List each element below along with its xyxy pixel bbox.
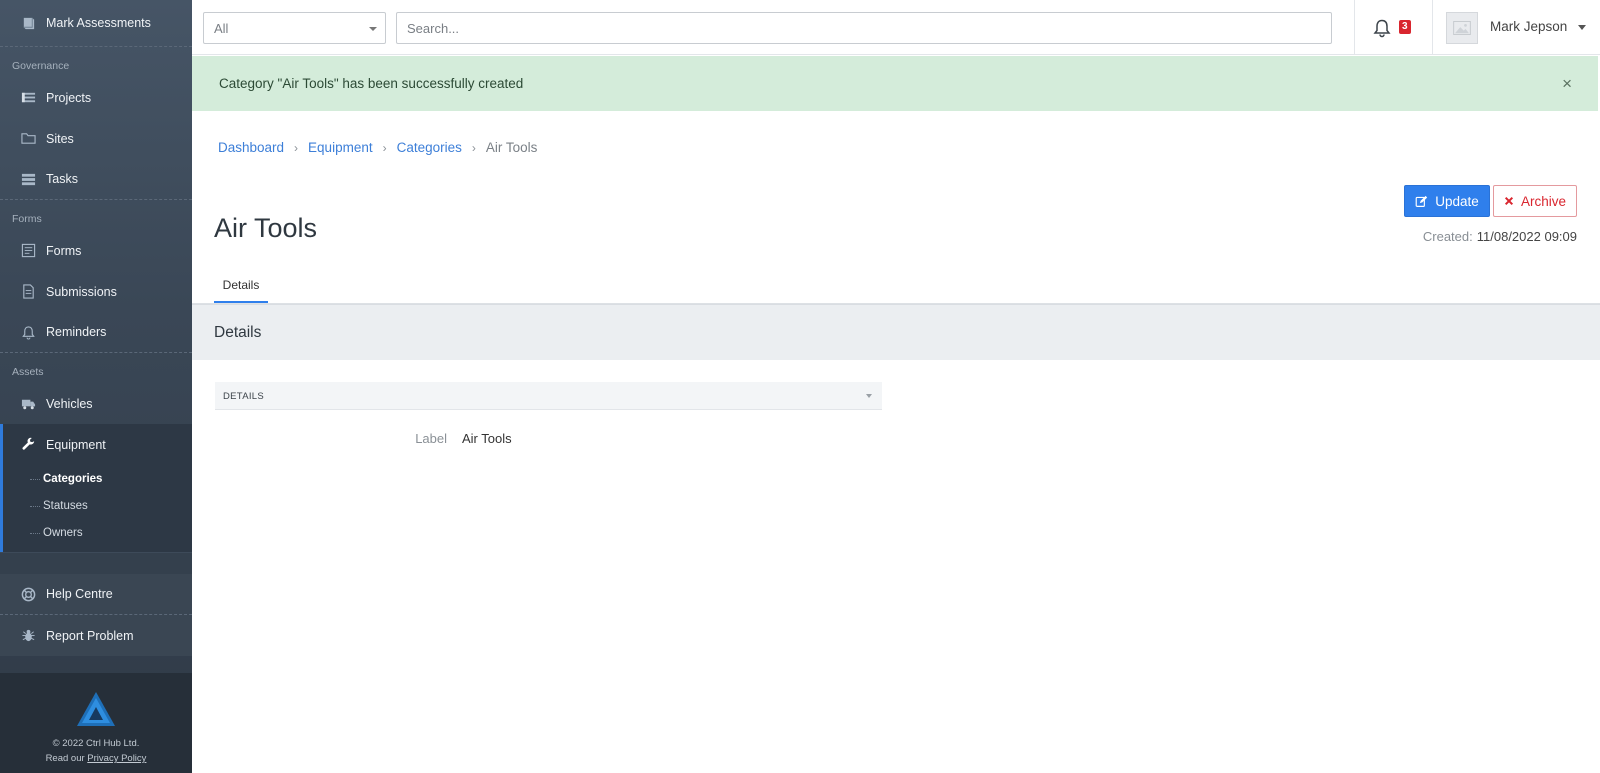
privacy-line: Read our Privacy Policy: [0, 751, 192, 766]
search-scope-value: All: [214, 21, 229, 36]
breadcrumb-categories[interactable]: Categories: [397, 140, 462, 155]
bell-icon: [20, 324, 36, 340]
breadcrumb-equipment[interactable]: Equipment: [308, 140, 373, 155]
copyright: © 2022 Ctrl Hub Ltd. Read our Privacy Po…: [0, 736, 192, 766]
privacy-policy-link[interactable]: Privacy Policy: [87, 753, 146, 764]
section-title-forms: Forms: [12, 213, 42, 225]
sidebar-subitem-statuses[interactable]: Statuses: [3, 492, 192, 519]
sidebar-item-reminders[interactable]: Reminders: [0, 312, 192, 353]
archive-button[interactable]: Archive: [1493, 185, 1577, 217]
search-input[interactable]: [396, 12, 1332, 44]
folder-icon: [20, 131, 36, 147]
copyright-text: © 2022 Ctrl Hub Ltd.: [52, 738, 140, 749]
close-x-icon: [1504, 196, 1514, 206]
sidebar-item-forms[interactable]: Forms: [0, 230, 192, 271]
page-title: Air Tools: [214, 213, 318, 243]
sidebar-item-help-centre[interactable]: Help Centre: [0, 574, 192, 615]
sidebar-item-label: Tasks: [46, 172, 78, 186]
sidebar-item-label: Help Centre: [46, 587, 113, 601]
sidebar-item-sites[interactable]: Sites: [0, 118, 192, 159]
created-timestamp: Created: 11/08/2022 09:09: [1423, 229, 1577, 244]
truck-icon: [20, 396, 36, 412]
field-value: Air Tools: [462, 431, 512, 446]
form-icon: [20, 243, 36, 259]
close-icon[interactable]: ×: [1562, 74, 1572, 94]
bug-icon: [20, 628, 36, 644]
sidebar-subitem-categories[interactable]: Categories: [3, 465, 192, 492]
sidebar-item-label: Equipment: [46, 437, 106, 452]
sidebar-item-label: Submissions: [46, 284, 117, 299]
details-panel-header[interactable]: DETAILS: [215, 382, 882, 410]
chevron-right-icon: ›: [294, 140, 299, 155]
alert-message: Category "Air Tools" has been successful…: [219, 76, 524, 91]
sidebar-item-submissions[interactable]: Submissions: [0, 271, 192, 312]
user-menu-chevron-down-icon[interactable]: [1578, 25, 1586, 30]
sidebar-item-label: Projects: [46, 90, 92, 105]
update-button-label: Update: [1435, 193, 1479, 209]
archive-button-label: Archive: [1520, 193, 1566, 209]
top-bar: All 3 Mark Jepson: [192, 0, 1600, 55]
sidebar-item-equipment[interactable]: Equipment: [0, 424, 192, 465]
sidebar-spacer: [0, 552, 192, 574]
created-value: 11/08/2022 09:09: [1476, 229, 1577, 244]
sidebar-item-mark-assessments[interactable]: Mark Assessments: [0, 0, 192, 47]
sidebar-subitem-owners[interactable]: Owners: [3, 519, 192, 546]
created-label: Created:: [1422, 229, 1473, 244]
user-name[interactable]: Mark Jepson: [1490, 19, 1567, 34]
update-button[interactable]: Update: [1404, 185, 1490, 217]
chevron-right-icon: ›: [471, 140, 476, 155]
equipment-submenu: Categories Statuses Owners: [0, 465, 192, 552]
field-label: Label: [415, 431, 447, 446]
chevron-down-icon: [866, 394, 872, 398]
panel-title: DETAILS: [223, 391, 264, 402]
sidebar-item-report-problem[interactable]: Report Problem: [0, 615, 192, 656]
avatar[interactable]: [1446, 12, 1478, 44]
breadcrumb-dashboard[interactable]: Dashboard: [218, 140, 284, 155]
sidebar-item-label: Forms: [46, 243, 82, 258]
edit-icon: [1415, 195, 1428, 207]
notification-count-badge: 3: [1399, 20, 1411, 34]
divider: [1354, 0, 1355, 55]
sidebar: Mark Assessments Governance Projects Sit…: [0, 0, 192, 773]
image-placeholder-icon: [1453, 21, 1471, 35]
search-scope-select[interactable]: All: [203, 12, 386, 44]
tasks-icon: [20, 171, 36, 187]
success-alert: Category "Air Tools" has been successful…: [192, 56, 1598, 111]
document-icon: [20, 284, 36, 300]
section-title-assets: Assets: [12, 366, 44, 378]
sidebar-item-tasks[interactable]: Tasks: [0, 159, 192, 200]
notification-bell-icon[interactable]: [1372, 18, 1392, 38]
chevron-right-icon: ›: [382, 140, 387, 155]
tab-details[interactable]: Details: [214, 276, 268, 304]
sidebar-item-label: Report Problem: [46, 628, 134, 643]
section-title-governance: Governance: [12, 60, 70, 72]
book-icon: [20, 15, 36, 31]
sidebar-item-vehicles[interactable]: Vehicles: [0, 383, 192, 424]
breadcrumb: Dashboard › Equipment › Categories › Air…: [218, 140, 537, 155]
sidebar-item-label: Mark Assessments: [46, 16, 151, 30]
privacy-prefix: Read our: [45, 753, 85, 764]
wrench-icon: [20, 437, 36, 453]
breadcrumb-current: Air Tools: [485, 140, 538, 155]
projects-icon: [20, 90, 36, 106]
section-title: Details: [214, 324, 262, 341]
sidebar-footer: © 2022 Ctrl Hub Ltd. Read our Privacy Po…: [0, 673, 192, 773]
ctrl-hub-logo-icon: [77, 692, 115, 726]
sidebar-item-label: Sites: [46, 131, 74, 146]
lifebuoy-icon: [20, 586, 36, 602]
details-section-header: Details: [192, 304, 1600, 360]
divider: [1432, 0, 1433, 55]
sidebar-item-label: Reminders: [46, 325, 107, 339]
sidebar-item-projects[interactable]: Projects: [0, 77, 192, 118]
chevron-down-icon: [369, 27, 377, 31]
sidebar-item-label: Vehicles: [46, 396, 93, 411]
